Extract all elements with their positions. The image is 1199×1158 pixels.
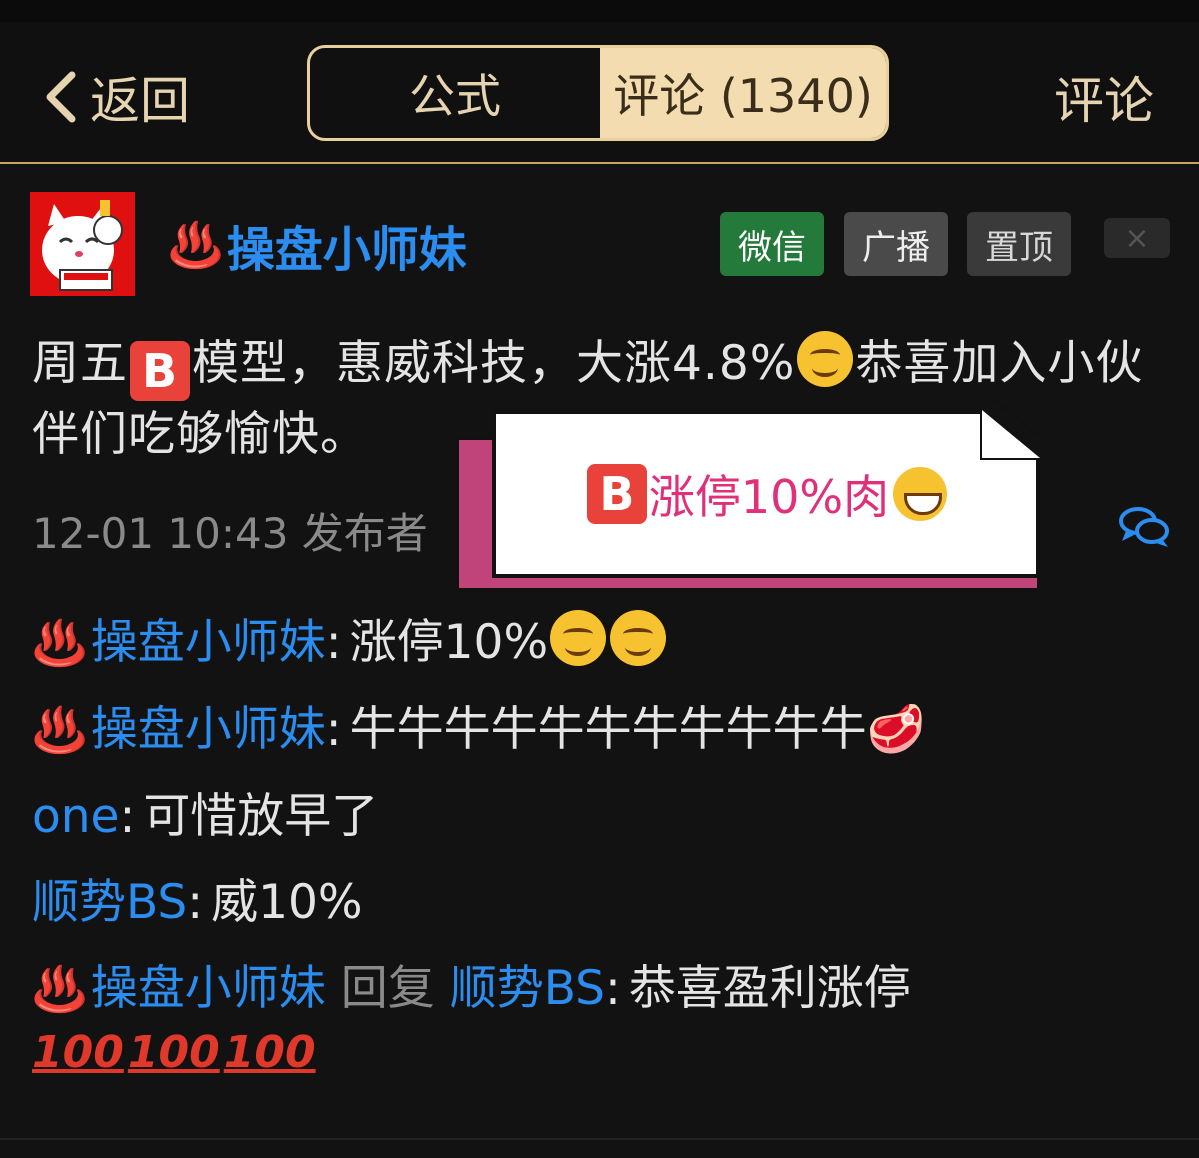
post-meta: 12-01 10:43 发布者 <box>32 509 428 558</box>
popup-text: 涨停10%肉 <box>648 470 890 524</box>
post-username-label: 操盘小师妹 <box>226 222 467 278</box>
smiling-face-icon <box>797 331 854 387</box>
post-username[interactable]: ♨️ 操盘小师妹 <box>168 210 467 280</box>
tab-comments[interactable]: 评论 (1340) <box>600 48 886 138</box>
grinning-face-icon <box>893 467 948 521</box>
reply-item: ♨️操盘小师妹: 牛牛牛牛牛牛牛牛牛牛牛🥩 <box>32 702 926 757</box>
reply-item: ♨️操盘小师妹 回复 顺势BS: 恭喜盈利涨停 100100100 <box>32 946 1172 1084</box>
promo-popup-card: B 涨停10%肉 <box>492 385 1040 578</box>
close-button[interactable]: × <box>1104 218 1170 258</box>
broadcast-button[interactable]: 广播 <box>844 212 948 276</box>
hot-springs-icon: ♨️ <box>32 705 87 756</box>
reply-list: ♨️操盘小师妹: 涨停10% ♨️操盘小师妹: 牛牛牛牛牛牛牛牛牛牛牛🥩 one: 可… <box>32 600 1172 1084</box>
reply-item: 顺势BS: 威10% <box>32 875 363 930</box>
reply-text: 可惜放早了 <box>143 789 379 844</box>
post-text-part1: 周五 <box>32 336 128 391</box>
comment-action-button[interactable]: 评论 <box>1054 62 1154 132</box>
reply-text: 威10% <box>211 875 363 930</box>
segmented-tabs: 公式 评论 (1340) <box>307 45 889 141</box>
avatar[interactable] <box>30 192 135 296</box>
back-button[interactable]: 返回 <box>40 62 190 132</box>
chevron-left-icon <box>46 71 76 123</box>
lucky-cat-avatar-icon <box>30 192 135 296</box>
reply-author[interactable]: 操盘小师妹 <box>91 961 326 1016</box>
reply-text: 恭喜盈利涨停 <box>628 961 911 1016</box>
reply-text: 牛牛牛牛牛牛牛牛牛牛牛 <box>349 702 867 757</box>
pin-to-top-button[interactable]: 置顶 <box>967 212 1071 276</box>
wechat-share-button[interactable]: 微信 <box>720 212 824 276</box>
hundred-points-icon: 100 <box>32 1027 124 1078</box>
hot-springs-icon: ♨️ <box>32 618 87 669</box>
page-fold-corner <box>982 410 1040 458</box>
comment-bubbles-icon[interactable] <box>1118 505 1170 549</box>
reply-item: ♨️操盘小师妹: 涨停10% <box>32 600 1172 687</box>
b-button-icon: B <box>130 341 190 401</box>
hundred-points-icon: 100 <box>127 1027 220 1078</box>
reply-verb: 回复 <box>340 961 435 1016</box>
tab-formula[interactable]: 公式 <box>310 48 600 138</box>
meat-icon: 🥩 <box>866 702 926 757</box>
post-header: ♨️ 操盘小师妹 微信 广播 置顶 × <box>30 192 1170 296</box>
hot-springs-icon: ♨️ <box>32 964 87 1015</box>
b-button-icon: B <box>586 464 647 524</box>
reply-item: one: 可惜放早了 <box>32 789 379 844</box>
smiling-face-icon <box>610 610 667 666</box>
smiling-face-icon <box>550 610 607 666</box>
divider <box>0 1138 1199 1140</box>
reply-author[interactable]: 操盘小师妹 <box>91 702 326 757</box>
hundred-points-icon: 100 <box>223 1027 316 1078</box>
reply-author[interactable]: 顺势BS <box>32 875 187 930</box>
status-bar <box>0 0 1199 22</box>
back-label: 返回 <box>90 72 190 130</box>
reply-author[interactable]: 操盘小师妹 <box>91 615 326 670</box>
reply-author[interactable]: one <box>32 789 119 844</box>
hot-springs-icon: ♨️ <box>168 220 223 271</box>
reply-text: 涨停10% <box>349 615 549 670</box>
reply-target[interactable]: 顺势BS <box>450 961 605 1016</box>
top-navigation-bar: 返回 公式 评论 (1340) 评论 <box>0 22 1199 164</box>
post-text-part2: 模型，惠威科技，大涨4.8% <box>192 336 796 391</box>
